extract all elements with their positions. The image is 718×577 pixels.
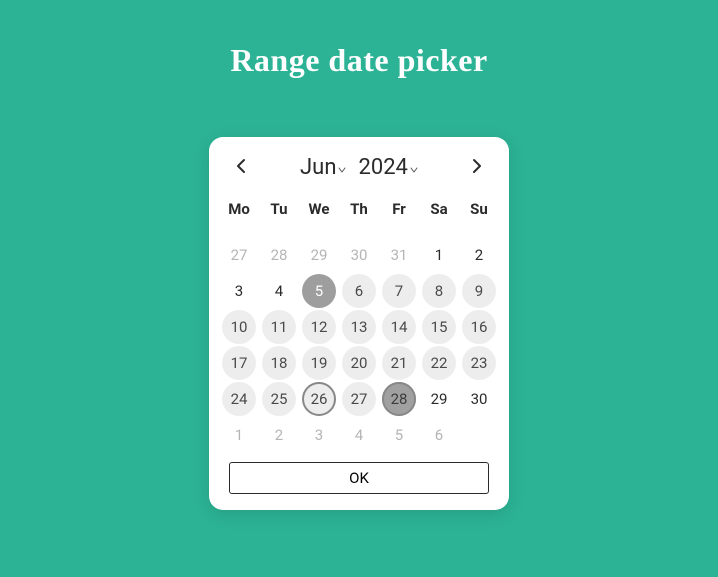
day-cell[interactable]: 23 [462,346,496,380]
day-cell[interactable]: 30 [462,382,496,416]
ok-button[interactable]: OK [229,462,489,494]
day-cell[interactable]: 1 [222,418,256,452]
day-cell[interactable]: 6 [422,418,456,452]
day-cell[interactable]: 2 [462,238,496,272]
weekday-header: Tu [260,192,298,226]
day-cell[interactable]: 31 [382,238,416,272]
day-cell[interactable]: 3 [222,274,256,308]
day-cell[interactable]: 27 [222,238,256,272]
day-cell[interactable]: 7 [382,274,416,308]
day-cell[interactable]: 27 [342,382,376,416]
day-cell[interactable]: 5 [382,418,416,452]
day-cell[interactable]: 2 [262,418,296,452]
day-cell[interactable]: 30 [342,238,376,272]
day-cell[interactable]: 28 [382,382,416,416]
picker-footer: OK [219,452,499,494]
day-cell[interactable]: 16 [462,310,496,344]
day-cell[interactable]: 26 [302,382,336,416]
day-cell[interactable]: 24 [222,382,256,416]
day-cell[interactable]: 13 [342,310,376,344]
year-label: 2024 [358,155,407,180]
weekday-header: Th [340,192,378,226]
chevron-right-icon [472,158,482,178]
day-cell[interactable]: 3 [302,418,336,452]
month-label: Jun [300,155,336,180]
weekday-header: Fr [380,192,418,226]
chevron-down-icon [338,155,346,180]
day-cell[interactable]: 1 [422,238,456,272]
weekday-header: We [300,192,338,226]
day-cell[interactable]: 4 [262,274,296,308]
day-cell[interactable]: 17 [222,346,256,380]
day-cell[interactable]: 8 [422,274,456,308]
day-cell[interactable]: 9 [462,274,496,308]
next-month-button[interactable] [465,156,489,180]
day-cell[interactable]: 10 [222,310,256,344]
days-grid: 2728293031123456789101112131415161718192… [219,234,499,452]
weekday-header: Sa [420,192,458,226]
day-cell[interactable]: 11 [262,310,296,344]
day-cell[interactable]: 18 [262,346,296,380]
day-cell[interactable]: 5 [302,274,336,308]
weekday-header: Mo [220,192,258,226]
weekday-row: MoTuWeThFrSaSu [219,188,499,226]
day-cell[interactable]: 29 [302,238,336,272]
day-cell[interactable]: 25 [262,382,296,416]
day-cell[interactable]: 14 [382,310,416,344]
day-cell[interactable]: 4 [342,418,376,452]
day-cell[interactable]: 20 [342,346,376,380]
day-cell[interactable]: 28 [262,238,296,272]
day-cell[interactable]: 6 [342,274,376,308]
month-year-display: Jun 2024 [300,155,418,180]
day-cell[interactable]: 22 [422,346,456,380]
day-cell[interactable]: 21 [382,346,416,380]
weekday-header: Su [460,192,498,226]
day-cell[interactable]: 15 [422,310,456,344]
chevron-down-icon [410,155,418,180]
date-range-picker: Jun 2024 MoTuWeThFrSaSu 2728293031123456… [209,137,509,510]
prev-month-button[interactable] [229,156,253,180]
day-cell[interactable]: 29 [422,382,456,416]
picker-header: Jun 2024 [219,155,499,188]
day-cell[interactable]: 12 [302,310,336,344]
chevron-left-icon [236,158,246,178]
day-cell[interactable]: 19 [302,346,336,380]
page-title: Range date picker [0,0,718,79]
month-dropdown[interactable]: Jun [300,155,346,180]
year-dropdown[interactable]: 2024 [358,155,417,180]
